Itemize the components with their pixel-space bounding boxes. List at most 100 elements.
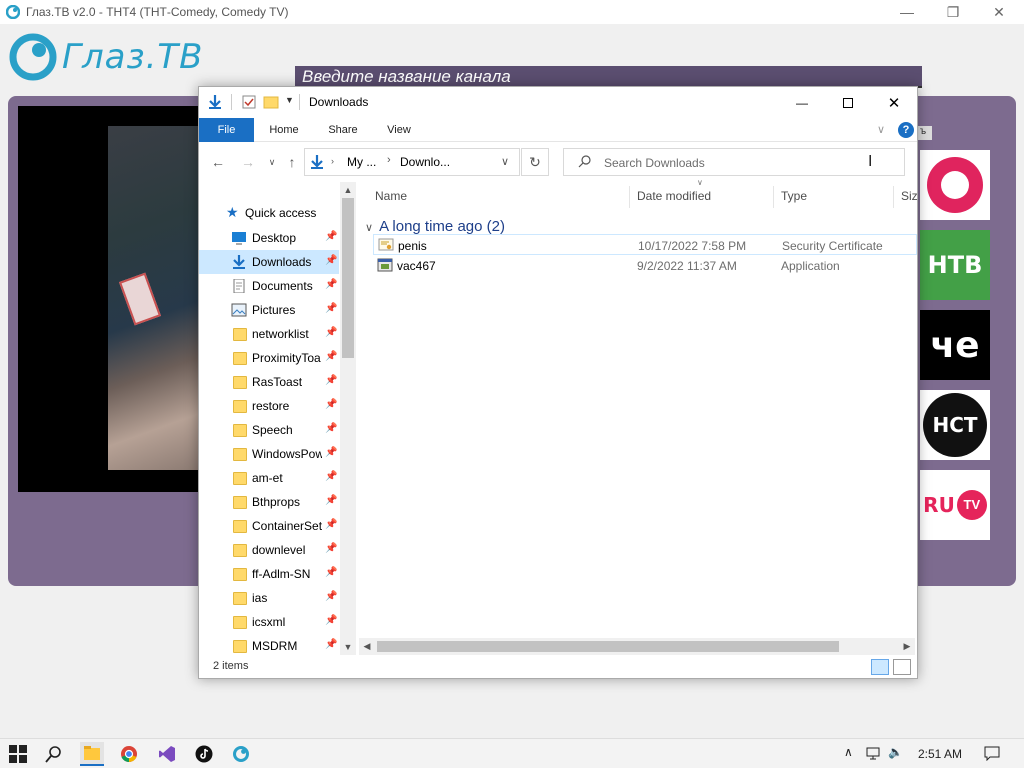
- sidebar-item-label: Documents: [252, 279, 313, 293]
- file-row[interactable]: vac467 9/2/2022 11:37 AM Application: [373, 255, 917, 276]
- column-name[interactable]: Name: [375, 182, 407, 210]
- file-row[interactable]: penis 10/17/2022 7:58 PM Security Certif…: [373, 234, 917, 255]
- file-explorer-icon[interactable]: [80, 742, 104, 766]
- folder-icon: [233, 496, 247, 509]
- pin-icon: 📌: [325, 471, 338, 482]
- file-explorer-window: ▼ Downloads — ✕ File Home Share View ∨ ?…: [198, 86, 918, 679]
- maximize-button[interactable]: [825, 87, 871, 118]
- tab-view[interactable]: View: [377, 118, 421, 142]
- address-dropdown-icon[interactable]: ∨: [501, 155, 509, 168]
- file-type: Application: [781, 259, 840, 273]
- close-button[interactable]: ✕: [871, 87, 917, 118]
- restore-button[interactable]: ❐: [930, 0, 976, 24]
- refresh-button[interactable]: ↻: [521, 148, 549, 176]
- volume-icon[interactable]: 🔈: [888, 745, 903, 759]
- tab-file[interactable]: File: [199, 118, 254, 142]
- search-input[interactable]: Search Downloads I: [563, 148, 905, 176]
- channel-che[interactable]: че: [920, 310, 990, 380]
- channel-domashniy[interactable]: [920, 150, 990, 220]
- address-toolbar: ← → ∨ ↑ › My ... › Downlo... ∨ ↻ Search …: [199, 142, 917, 182]
- sidebar-item-bthprops[interactable]: Bthprops 📌: [199, 490, 339, 514]
- sidebar-item-ias[interactable]: ias 📌: [199, 586, 339, 610]
- sidebar-item-networklist[interactable]: networklist 📌: [199, 322, 339, 346]
- back-button[interactable]: ←: [209, 153, 227, 171]
- nav-scroll-thumb[interactable]: [342, 198, 354, 358]
- sidebar-item-quick-access[interactable]: ★ Quick access: [199, 202, 339, 224]
- scroll-down-icon[interactable]: ▼: [340, 639, 356, 655]
- properties-checkbox-icon[interactable]: [241, 94, 257, 110]
- sidebar-item-rastoast[interactable]: RasToast 📌: [199, 370, 339, 394]
- file-list-hscrollbar[interactable]: ◀ ▶: [359, 638, 915, 655]
- search-icon[interactable]: [42, 742, 66, 766]
- video-player[interactable]: [18, 106, 200, 492]
- sidebar-item-ff-adlm-sn[interactable]: ff-Adlm-SN 📌: [199, 562, 339, 586]
- breadcrumb-downloads[interactable]: Downlo...: [400, 155, 450, 169]
- glaz-tv-taskbar-icon[interactable]: [229, 742, 253, 766]
- clock[interactable]: 2:51 AM: [918, 747, 962, 761]
- breadcrumb-my[interactable]: My ...: [347, 155, 376, 169]
- folder-icon: [233, 400, 247, 413]
- group-label: A long time ago (2): [379, 218, 505, 235]
- large-icons-view-icon[interactable]: [893, 659, 911, 675]
- sidebar-item-msdrm[interactable]: MSDRM 📌: [199, 634, 339, 655]
- file-name: vac467: [397, 259, 436, 273]
- sidebar-item-windowspow[interactable]: WindowsPow 📌: [199, 442, 339, 466]
- network-icon[interactable]: [866, 747, 882, 761]
- sidebar-item-pictures[interactable]: Pictures 📌: [199, 298, 339, 322]
- qat-dropdown-icon[interactable]: ▼: [285, 95, 294, 105]
- sidebar-item-speech[interactable]: Speech 📌: [199, 418, 339, 442]
- sidebar-item-label: ias: [252, 591, 268, 605]
- sidebar-item-containersett[interactable]: ContainerSett 📌: [199, 514, 339, 538]
- scroll-left-icon[interactable]: ◀: [359, 638, 375, 655]
- address-bar[interactable]: › My ... › Downlo... ∨: [304, 148, 520, 176]
- scroll-right-icon[interactable]: ▶: [899, 638, 915, 655]
- forward-button[interactable]: →: [239, 153, 257, 171]
- help-icon[interactable]: ?: [898, 122, 914, 138]
- pin-icon: 📌: [325, 279, 338, 290]
- sidebar-item-icsxml[interactable]: icsxml 📌: [199, 610, 339, 634]
- tab-home[interactable]: Home: [261, 118, 307, 142]
- chrome-icon[interactable]: [117, 742, 141, 766]
- pin-icon: 📌: [325, 375, 338, 386]
- channel-ntv[interactable]: НТВ: [920, 230, 990, 300]
- status-bar: 2 items: [199, 655, 917, 678]
- show-hidden-icons-icon[interactable]: ∧: [844, 745, 853, 759]
- sidebar-item-am-et[interactable]: am-et 📌: [199, 466, 339, 490]
- minimize-button[interactable]: —: [884, 0, 930, 24]
- column-type[interactable]: Type: [781, 182, 807, 210]
- sidebar-item-downlevel[interactable]: downlevel 📌: [199, 538, 339, 562]
- sidebar-item-desktop[interactable]: Desktop 📌: [199, 226, 339, 250]
- visual-studio-icon[interactable]: [155, 742, 179, 766]
- sidebar-item-restore[interactable]: restore 📌: [199, 394, 339, 418]
- close-button[interactable]: ✕: [976, 0, 1022, 24]
- minimize-button[interactable]: —: [779, 87, 825, 118]
- tab-share[interactable]: Share: [319, 118, 367, 142]
- channel-ru-tv[interactable]: RU TV: [920, 470, 990, 540]
- details-view-icon[interactable]: [871, 659, 889, 675]
- logo-text: Глаз.ТВ: [62, 37, 204, 77]
- folder-icon: [233, 592, 247, 605]
- sidebar-item-proximitytoa[interactable]: ProximityToa 📌: [199, 346, 339, 370]
- up-button[interactable]: ↑: [283, 153, 301, 171]
- file-list-pane: Name Date modified ∨ Type Siz ∨ A long ti…: [357, 178, 918, 655]
- notification-icon[interactable]: [984, 746, 1000, 761]
- sidebar-item-label: am-et: [252, 471, 283, 485]
- nav-scrollbar[interactable]: ▲ ▼: [340, 182, 356, 655]
- folder-icon: [233, 568, 247, 581]
- recent-locations-icon[interactable]: ∨: [263, 153, 281, 171]
- pin-icon: 📌: [325, 543, 338, 554]
- sidebar-item-documents[interactable]: Documents 📌: [199, 274, 339, 298]
- column-size[interactable]: Siz: [901, 182, 918, 210]
- group-header[interactable]: ∨ A long time ago (2): [365, 218, 505, 235]
- scroll-up-icon[interactable]: ▲: [340, 182, 356, 198]
- channel-nst[interactable]: НСТ: [920, 390, 990, 460]
- pin-icon: 📌: [325, 591, 338, 602]
- start-icon[interactable]: [6, 742, 30, 766]
- sidebar-item-downloads[interactable]: Downloads 📌: [199, 250, 339, 274]
- channel-search-input[interactable]: Введите название канала: [295, 66, 922, 88]
- tiktok-icon[interactable]: [192, 742, 216, 766]
- hscroll-thumb[interactable]: [377, 641, 839, 652]
- sidebar-item-label: ContainerSett: [252, 519, 322, 533]
- new-folder-icon[interactable]: [263, 94, 279, 110]
- ribbon-expand-icon[interactable]: ∨: [877, 123, 885, 136]
